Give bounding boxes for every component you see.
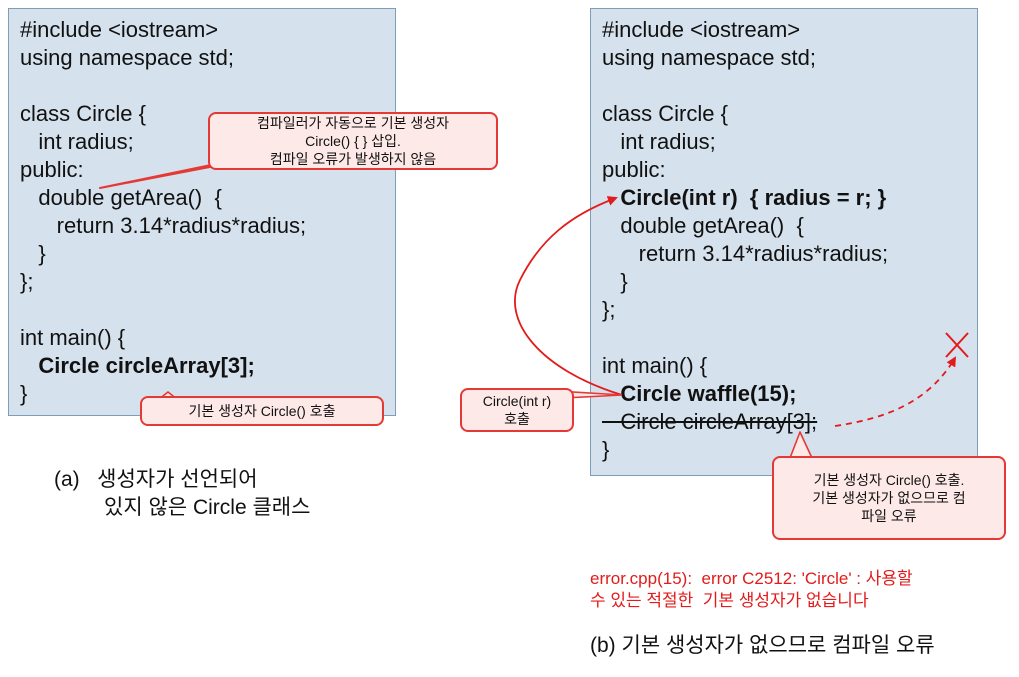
code-line: using namespace std; — [20, 45, 235, 70]
code-line: }; — [602, 297, 616, 322]
code-line-circle-array: Circle circleArray[3]; — [20, 353, 255, 378]
callout-line: 파일 오류 — [861, 508, 917, 524]
caption-b: (b) 기본 생성자가 없으므로 컴파일 오류 — [590, 634, 935, 657]
code-line: return 3.14*radius*radius; — [20, 213, 307, 238]
code-line: int main() { — [602, 353, 708, 378]
code-line: using namespace std; — [602, 45, 817, 70]
code-line: class Circle { — [20, 101, 146, 126]
code-line-waffle: Circle waffle(15); — [602, 381, 797, 406]
code-line: int radius; — [602, 129, 716, 154]
code-line: } — [20, 381, 28, 406]
callout-auto-default-ctor: 컴파일러가 자동으로 기본 생성자 Circle() { } 삽입. 컴파일 오… — [208, 112, 498, 170]
code-line: double getArea() { — [602, 213, 804, 238]
code-line: return 3.14*radius*radius; — [602, 241, 889, 266]
code-line-ctor: Circle(int r) { radius = r; } — [602, 185, 887, 210]
callout-compile-error: 기본 생성자 Circle() 호출. 기본 생성자가 없으므로 컴 파일 오류 — [772, 456, 1006, 540]
code-line: } — [20, 241, 46, 266]
callout-param-ctor-call: Circle(int r) 호출 — [460, 388, 574, 432]
code-line-circle-array-struck: Circle circleArray[3]; — [602, 409, 818, 434]
callout-line: Circle(int r) — [482, 393, 552, 409]
code-line: public: — [20, 157, 84, 182]
callout-line: Circle() { } 삽입. — [305, 133, 401, 149]
code-line: } — [602, 269, 628, 294]
callout-line: 컴파일 오류가 발생하지 않음 — [269, 151, 437, 167]
code-line: class Circle { — [602, 101, 728, 126]
callout-line: 기본 생성자 Circle() 호출. — [813, 472, 965, 488]
code-line: }; — [20, 269, 34, 294]
caption-a-line2: 있지 않은 Circle 클래스 — [104, 496, 311, 519]
code-line: } — [602, 437, 610, 462]
callout-default-ctor-call: 기본 생성자 Circle() 호출 — [140, 396, 384, 426]
callout-line: 기본 생성자 Circle() 호출 — [188, 403, 336, 419]
code-line: double getArea() { — [20, 185, 222, 210]
callout-line: 기본 생성자가 없으므로 컴 — [812, 490, 966, 506]
error-message-line1: error.cpp(15): error C2512: 'Circle' : 사… — [590, 569, 913, 588]
code-line: #include <iostream> — [602, 17, 801, 42]
caption-a-line1: (a) 생성자가 선언되어 — [54, 468, 258, 491]
callout-line: 컴파일러가 자동으로 기본 생성자 — [257, 115, 449, 131]
callout-line: 호출 — [504, 411, 530, 427]
error-message-line2: 수 있는 적절한 기본 생성자가 없습니다 — [590, 591, 869, 610]
code-line: int radius; — [20, 129, 134, 154]
code-line: #include <iostream> — [20, 17, 219, 42]
code-line: public: — [602, 157, 666, 182]
code-line: int main() { — [20, 325, 126, 350]
